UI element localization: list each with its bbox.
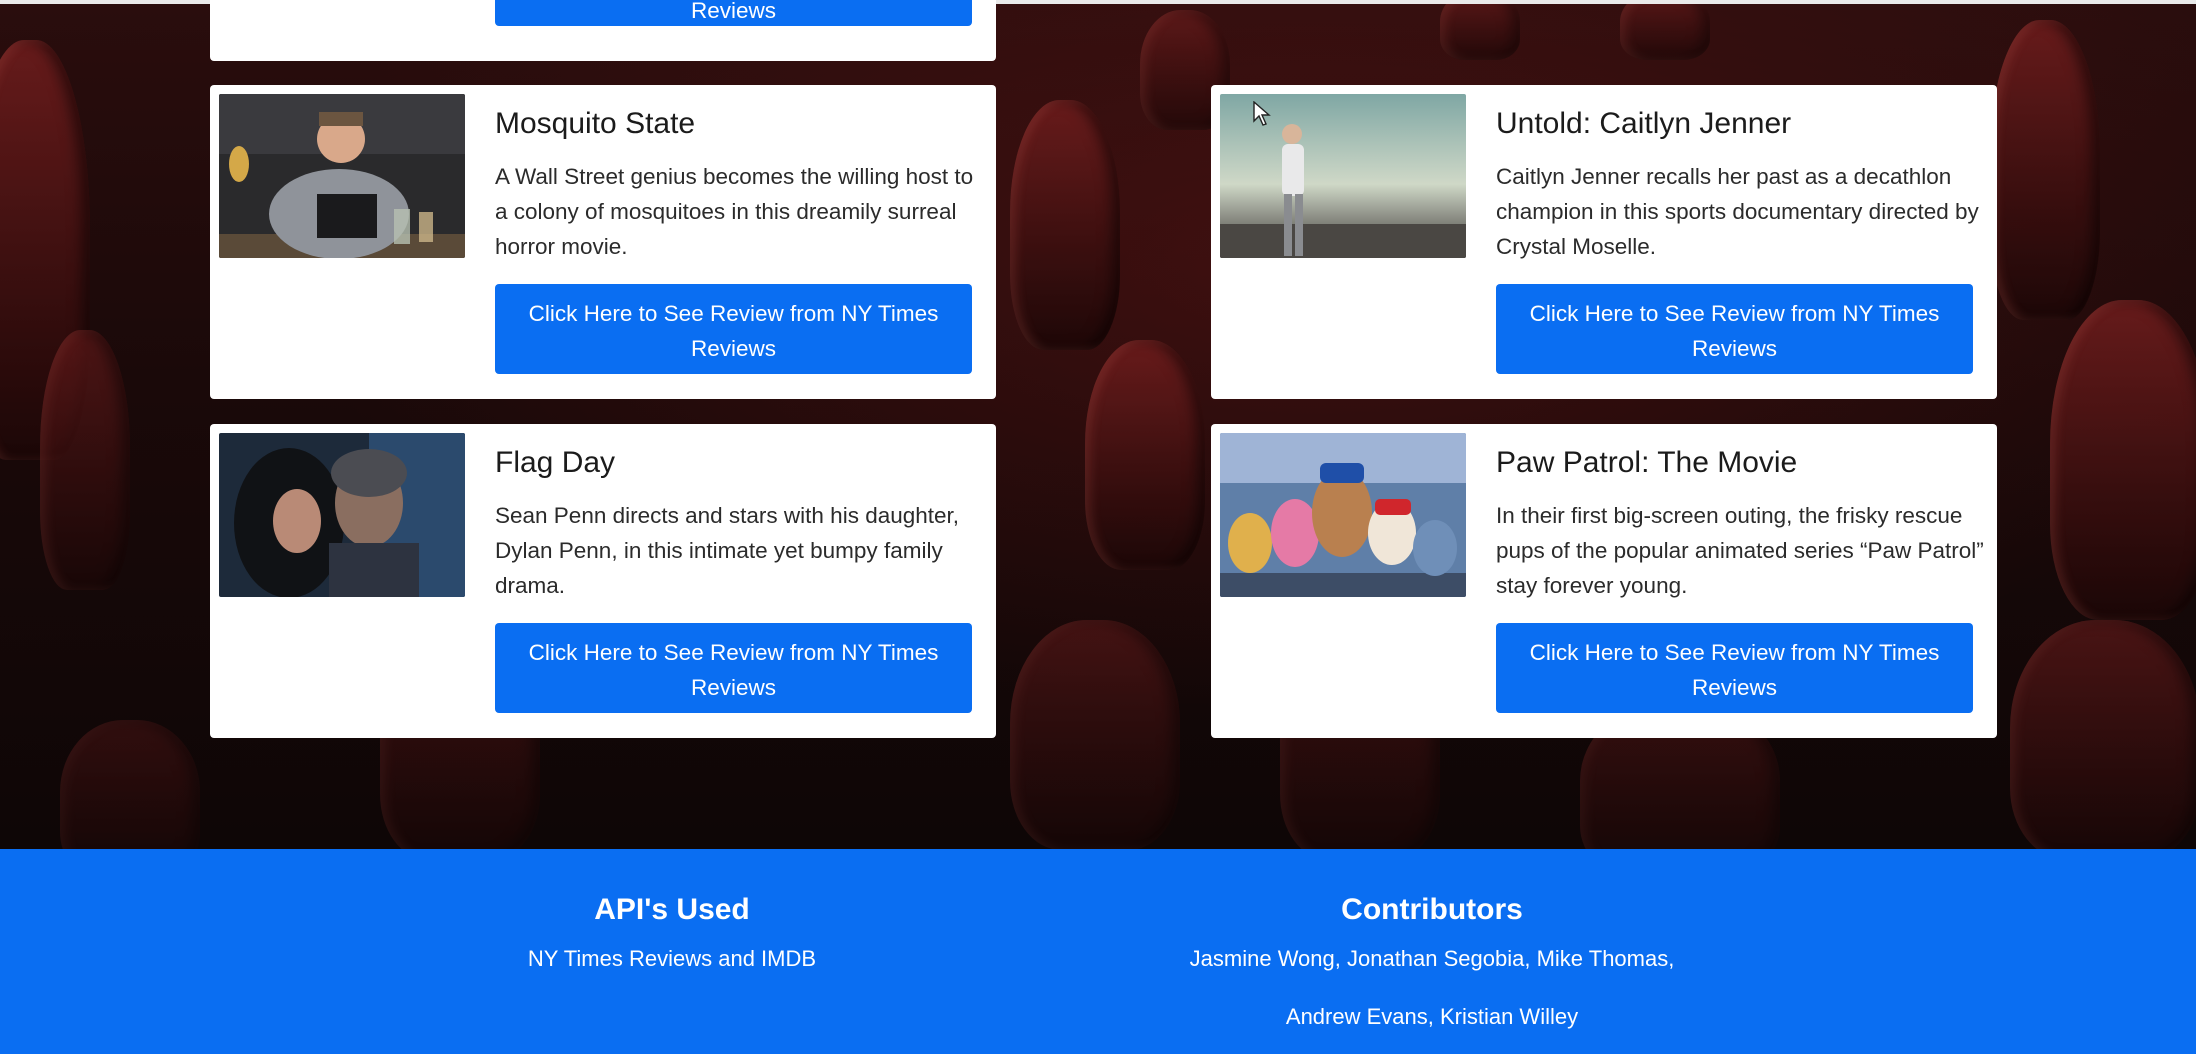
footer-apis-text: NY Times Reviews and IMDB <box>527 946 817 971</box>
movie-card-partial: Reviews <box>210 0 996 61</box>
movie-description: Sean Penn directs and stars with his dau… <box>495 503 960 598</box>
movie-title: Flag Day <box>495 446 616 479</box>
footer: API's Used NY Times Reviews and IMDB Con… <box>0 849 2196 1054</box>
movie-card: Paw Patrol: The Movie In their first big… <box>1211 424 1997 738</box>
movie-poster <box>219 433 465 597</box>
movie-card: Mosquito State A Wall Street genius beco… <box>210 85 996 399</box>
review-button[interactable]: Click Here to See Review from NY Times R… <box>495 623 972 713</box>
page: Reviews Mosquito State A Wall Street gen… <box>0 0 2196 1054</box>
footer-apis-heading: API's Used <box>594 893 750 926</box>
review-button[interactable]: Click Here to See Review from NY Times R… <box>1496 623 1973 713</box>
footer-contributors-line: Jasmine Wong, Jonathan Segobia, Mike Tho… <box>1189 946 1675 971</box>
movie-description: In their first big-screen outing, the fr… <box>1496 503 1984 598</box>
review-button-partial[interactable]: Reviews <box>495 0 972 26</box>
review-button[interactable]: Click Here to See Review from NY Times R… <box>1496 284 1973 374</box>
movie-description: A Wall Street genius becomes the willing… <box>495 164 974 259</box>
movie-poster <box>1220 433 1466 597</box>
footer-contributors-heading: Contributors <box>1341 893 1523 926</box>
movie-title: Paw Patrol: The Movie <box>1496 446 1798 479</box>
footer-contributors-line: Andrew Evans, Kristian Willey <box>1285 1004 1579 1029</box>
movie-title: Untold: Caitlyn Jenner <box>1496 107 1792 140</box>
movie-description: Caitlyn Jenner recalls her past as a dec… <box>1496 164 1979 259</box>
movie-card: Flag Day Sean Penn directs and stars wit… <box>210 424 996 738</box>
review-button[interactable]: Click Here to See Review from NY Times R… <box>495 284 972 374</box>
movie-title: Mosquito State <box>495 107 696 140</box>
review-button-label: Reviews <box>690 0 777 23</box>
movie-card: Untold: Caitlyn Jenner Caitlyn Jenner re… <box>1211 85 1997 399</box>
movie-poster <box>219 94 465 258</box>
